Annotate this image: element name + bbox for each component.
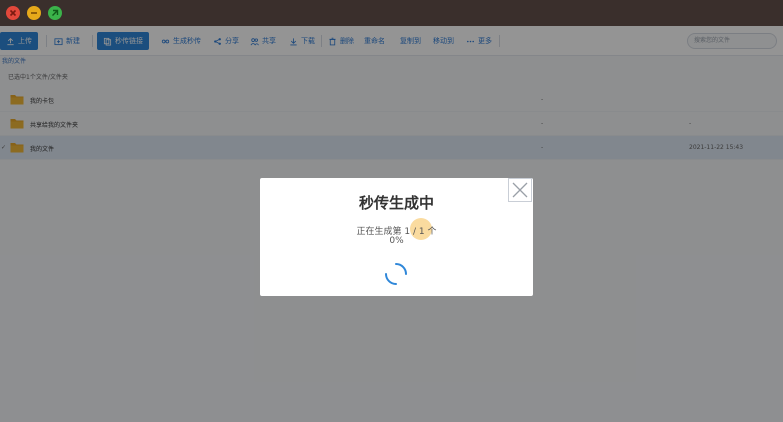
window-close-button[interactable]: [6, 6, 20, 20]
progress-percent: 0%: [389, 236, 404, 246]
maximize-icon: [52, 9, 59, 16]
dialog-title: 秒传生成中: [358, 194, 434, 212]
window-maximize-button[interactable]: [48, 6, 62, 20]
window-minimize-button[interactable]: [27, 6, 41, 20]
minimize-icon: [31, 12, 37, 14]
rapid-generate-dialog: 秒传生成中 正在生成第 1 / 1 个 0%: [260, 178, 533, 296]
close-icon: [9, 9, 17, 17]
loading-spinner-icon: [384, 262, 408, 286]
window-title-bar: [0, 0, 783, 26]
